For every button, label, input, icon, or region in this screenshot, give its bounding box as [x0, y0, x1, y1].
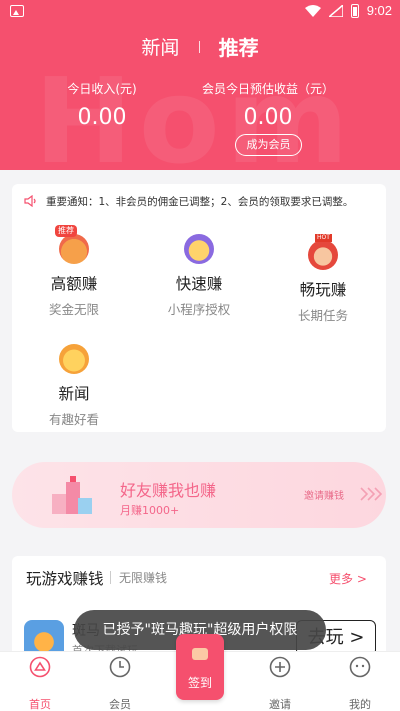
become-member-button[interactable]: 成为会员 [235, 134, 302, 156]
games-divider [110, 571, 111, 584]
feature-subtitle: 小程序授权 [167, 302, 231, 317]
feature-fast-earn[interactable]: 快速赚 小程序授权 [139, 234, 259, 318]
double-chevron-icon [360, 487, 382, 501]
feature-title: 快速赚 [175, 275, 223, 293]
notice-text: 重要通知：1、非会员的佣金已调整；2、会员的领取要求已调整。 [46, 195, 354, 208]
wifi-icon [304, 4, 321, 17]
tab-home[interactable]: 首页 [10, 656, 70, 711]
today-income-value: 0.00 [77, 105, 127, 130]
feature-news[interactable]: 新闻 有趣好看 [14, 344, 134, 428]
signin-label: 签到 [187, 676, 212, 690]
image-notification-icon [10, 5, 24, 17]
invite-earn-link[interactable]: 邀请赚钱 [304, 487, 344, 502]
tab-recommend[interactable]: 推荐 [219, 32, 259, 61]
speaker-icon [24, 195, 36, 207]
member-estimate: 会员今日预估收益（元） 0.00 [196, 80, 340, 130]
signal-icon [328, 4, 343, 17]
games-more-link[interactable]: 更多 > [329, 570, 367, 587]
status-time: 9:02 [366, 3, 392, 18]
treasure-chest-icon [184, 234, 214, 264]
games-title: 玩游戏赚钱 [26, 570, 104, 588]
gift-box-icon [59, 344, 89, 374]
home-icon [29, 656, 51, 678]
tab-mine[interactable]: 我的 [330, 656, 390, 711]
tab-label: 我的 [349, 698, 371, 711]
feature-play-earn[interactable]: HOT 畅玩赚 长期任务 [263, 234, 383, 324]
feature-subtitle: 长期任务 [297, 308, 348, 323]
plus-circle-icon [269, 656, 291, 678]
status-bar: 9:02 [0, 0, 400, 24]
today-income-label: 今日收入(元) [67, 82, 137, 96]
today-income: 今日收入(元) 0.00 [48, 80, 156, 130]
banner-subtitle: 月赚1000+ [120, 504, 180, 517]
tab-news[interactable]: 新闻 [141, 33, 179, 60]
fortune-god-icon: HOT [308, 234, 338, 270]
hot-badge: HOT [315, 234, 332, 242]
feature-subtitle: 有趣好看 [48, 412, 99, 427]
notice-bar[interactable]: 重要通知：1、非会员的佣金已调整；2、会员的领取要求已调整。 [24, 192, 380, 210]
gift-icon [52, 476, 92, 514]
tab-label: 会员 [109, 698, 131, 711]
invite-banner[interactable]: 好友赚我也赚 月赚1000+ 邀请赚钱 [12, 462, 386, 528]
treasure-bag-icon: 推荐 [55, 225, 89, 264]
signin-button[interactable]: 签到 [176, 634, 224, 700]
tab-label: 邀请 [269, 698, 291, 711]
feature-title: 新闻 [58, 385, 90, 403]
tab-label: 首页 [29, 698, 51, 711]
feature-high-earn[interactable]: 推荐 高额赚 奖金无限 [14, 225, 134, 318]
battery-icon [350, 3, 359, 18]
face-icon [349, 656, 371, 678]
tab-divider [198, 40, 200, 53]
feature-title: 畅玩赚 [299, 281, 347, 299]
tab-member[interactable]: 会员 [90, 656, 150, 711]
banner-title: 好友赚我也赚 [120, 481, 217, 500]
clock-icon [109, 656, 131, 678]
feature-subtitle: 奖金无限 [48, 302, 99, 317]
status-icons: 9:02 [304, 3, 392, 18]
member-estimate-value: 0.00 [243, 105, 293, 130]
member-estimate-label: 会员今日预估收益（元） [201, 82, 334, 96]
games-subtitle: 无限赚钱 [119, 571, 168, 585]
header: Hom 新闻 推荐 今日收入(元) 0.00 会员今日预估收益（元） 0.00 … [0, 24, 400, 170]
signin-icon [192, 648, 208, 660]
top-tabs: 新闻 推荐 [0, 32, 400, 61]
feature-title: 高额赚 [50, 275, 98, 293]
recommend-badge: 推荐 [55, 225, 77, 237]
tab-invite[interactable]: 邀请 [250, 656, 310, 711]
feature-card: 重要通知：1、非会员的佣金已调整；2、会员的领取要求已调整。 推荐 高额赚 奖金… [12, 184, 386, 432]
